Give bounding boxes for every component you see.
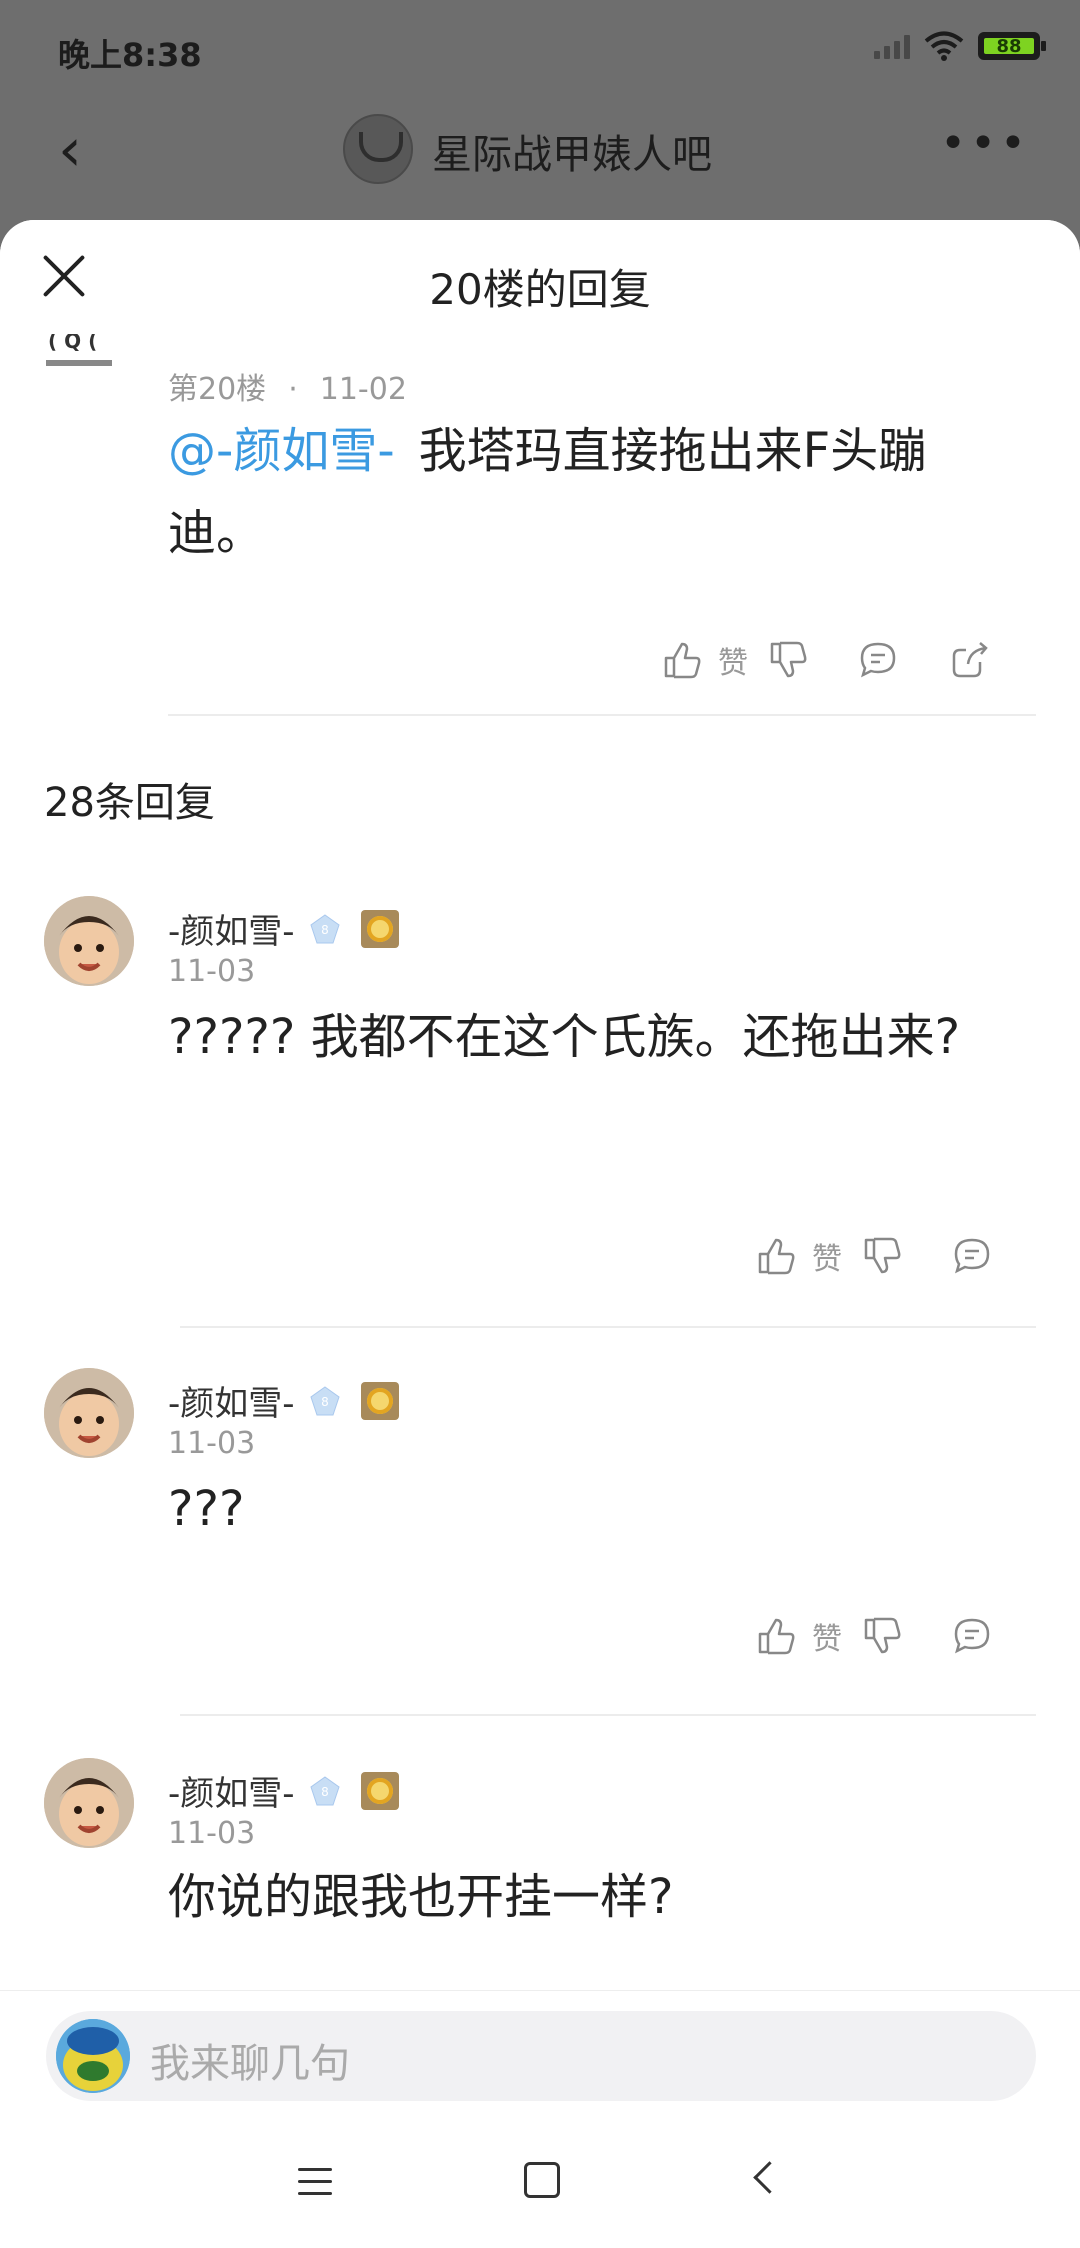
- reply-text: 你说的跟我也开挂一样?: [168, 1869, 674, 1925]
- home-icon[interactable]: [524, 2162, 560, 2198]
- comment-icon[interactable]: [952, 1616, 992, 1656]
- avatar[interactable]: [44, 1368, 134, 1458]
- avatar[interactable]: [44, 1758, 134, 1848]
- post-meta: 第20楼 · 11-02: [168, 372, 407, 407]
- reply-actions: 赞: [756, 1614, 992, 1658]
- comment-icon[interactable]: [858, 640, 898, 680]
- wifi-icon: [924, 31, 964, 61]
- back-icon[interactable]: [753, 2161, 786, 2194]
- svg-text:( Q (: ( Q (: [48, 334, 97, 353]
- reply-date: 11-03: [168, 1816, 256, 1851]
- status-time: 晚上8:38: [58, 36, 202, 74]
- username-text: -颜如雪-: [168, 912, 295, 952]
- username-text: -颜如雪-: [168, 1384, 295, 1424]
- reply-actions: 赞: [756, 1234, 992, 1278]
- floor-number: 第20楼: [168, 372, 267, 407]
- battery-icon: 88: [978, 32, 1046, 60]
- svg-text:8: 8: [321, 1395, 329, 1409]
- comment-icon[interactable]: [952, 1236, 992, 1276]
- forum-title: 星际战甲婊人吧: [432, 132, 712, 178]
- thumbs-down-icon[interactable]: [862, 1236, 902, 1276]
- forum-logo: [343, 114, 413, 184]
- reply-username[interactable]: -颜如雪- 8: [168, 904, 399, 953]
- level-badge-icon: 8: [309, 1385, 340, 1415]
- level-badge-icon: 8: [309, 913, 340, 943]
- reply-sheet: 20楼的回复 ( Q ( 第20楼 · 11-02 @-颜如雪- 我塔玛直接拖出来F头…: [0, 220, 1080, 2248]
- thumbs-down-icon[interactable]: [768, 640, 808, 680]
- more-dots-icon[interactable]: •••: [940, 118, 1030, 169]
- divider: [180, 1714, 1036, 1716]
- level-badge-icon: 8: [309, 1775, 340, 1805]
- like-label[interactable]: 赞: [812, 1234, 842, 1278]
- reply-username[interactable]: -颜如雪- 8: [168, 1766, 399, 1815]
- replies-count: 28条回复: [44, 780, 215, 826]
- post-content: @-颜如雪- 我塔玛直接拖出来F头蹦迪。: [168, 410, 1018, 574]
- svg-text:8: 8: [321, 1785, 329, 1799]
- comment-input-bar: 我来聊几句: [0, 1990, 1080, 2119]
- status-bar: 晚上8:38 88: [0, 0, 1080, 100]
- signal-icon: [874, 33, 910, 59]
- status-icons: 88: [874, 30, 1046, 62]
- menu-icon[interactable]: [298, 2168, 332, 2196]
- chevron-left-icon[interactable]: ‹: [58, 120, 82, 180]
- share-icon[interactable]: [950, 640, 990, 680]
- reply-text: ???: [168, 1481, 245, 1537]
- username-text: -颜如雪-: [168, 1774, 295, 1814]
- reply-date: 11-03: [168, 954, 256, 989]
- svg-text:8: 8: [321, 923, 329, 937]
- reply-username[interactable]: -颜如雪- 8: [168, 1376, 399, 1425]
- medal-icon: [360, 1381, 399, 1420]
- my-avatar: [56, 2019, 130, 2093]
- system-nav-bar: [0, 2118, 1080, 2248]
- forum-header: ‹ 星际战甲婊人吧 •••: [0, 100, 1080, 220]
- sheet-title: 20楼的回复: [429, 265, 651, 314]
- comment-input[interactable]: 我来聊几句: [46, 2011, 1036, 2101]
- thumbs-up-icon[interactable]: [756, 1236, 796, 1276]
- thumbs-down-icon[interactable]: [862, 1616, 902, 1656]
- divider: [180, 1326, 1036, 1328]
- thumbs-up-icon[interactable]: [756, 1616, 796, 1656]
- medal-icon: [360, 1771, 399, 1810]
- like-label[interactable]: 赞: [812, 1614, 842, 1658]
- medal-icon: [360, 909, 399, 948]
- like-label[interactable]: 赞: [718, 638, 748, 682]
- user-mention[interactable]: @-颜如雪-: [168, 423, 395, 479]
- post-actions: 赞: [662, 638, 990, 682]
- battery-level: 88: [984, 36, 1034, 57]
- reply-text: ????? 我都不在这个氏族。还拖出来?: [168, 1009, 961, 1065]
- op-avatar[interactable]: ( Q (: [40, 334, 140, 384]
- avatar[interactable]: [44, 896, 134, 986]
- floor-post: ( Q ( 第20楼 · 11-02 @-颜如雪- 我塔玛直接拖出来F头蹦迪。 赞: [0, 334, 1080, 720]
- input-placeholder: 我来聊几句: [150, 2041, 350, 2087]
- post-date: 11-02: [319, 372, 407, 407]
- sheet-header: 20楼的回复: [0, 220, 1080, 344]
- divider: [168, 714, 1036, 716]
- thumbs-up-icon[interactable]: [662, 640, 702, 680]
- reply-date: 11-03: [168, 1426, 256, 1461]
